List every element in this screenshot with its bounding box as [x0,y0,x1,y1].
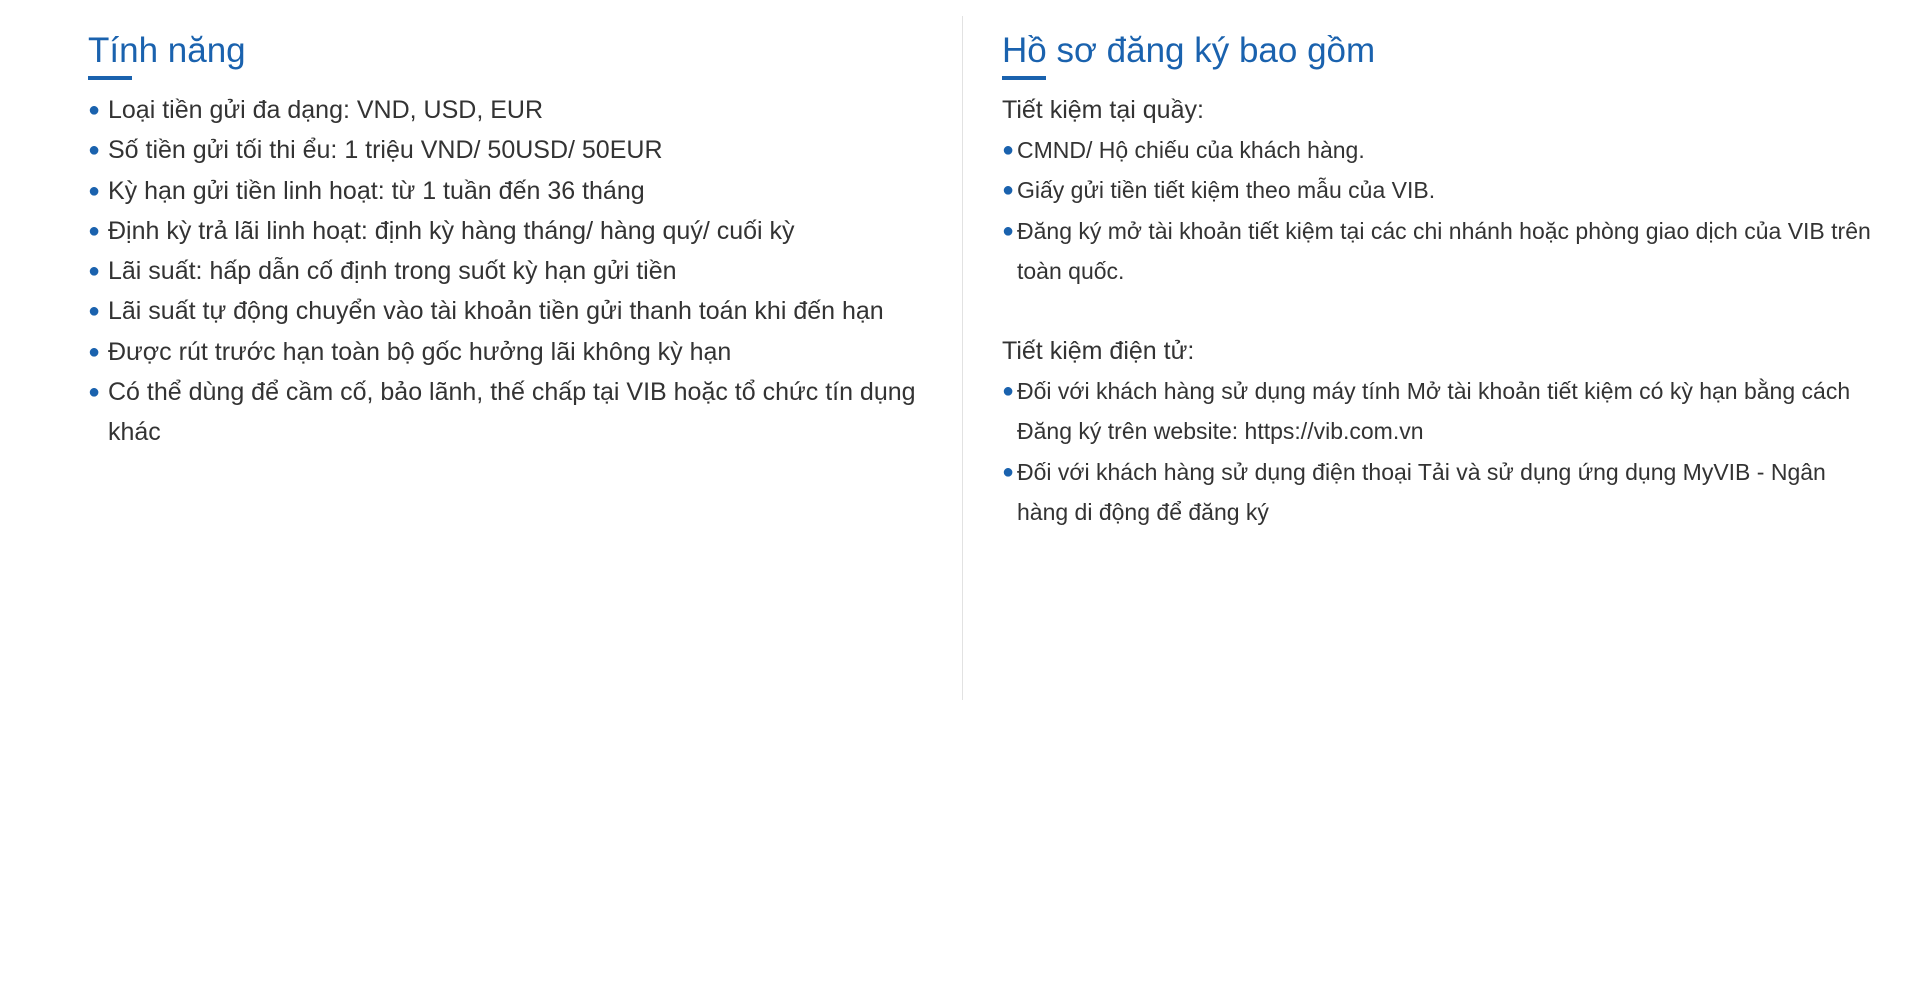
features-section: Tính năng ● Loại tiền gửi đa dạng: VND, U… [88,0,936,453]
feature-text: Có thể dùng để cầm cố, bảo lãnh, thế chấ… [108,378,916,447]
bullet-dot-icon: ● [88,99,101,121]
bullet-dot-icon: ● [1002,139,1015,161]
column-divider [962,16,963,700]
document-item: ● Đối với khách hàng sử dụng máy tính Mở … [1002,371,1882,452]
feature-text: Loại tiền gửi đa dạng: VND, USD, EUR [108,96,543,124]
document-item: ● Đăng ký mở tài khoản tiết kiệm tại các … [1002,211,1882,292]
bullet-dot-icon: ● [1002,179,1015,202]
feature-text: Lãi suất: hấp dẫn cố định trong suốt kỳ … [108,257,677,286]
features-title: Tính năng [88,31,246,70]
bullet-dot-icon: ● [88,260,101,283]
feature-item: ● Có thể dùng để cầm cố, bảo lãnh, thế ch… [88,372,936,453]
feature-item: ● Được rút trước hạn toàn bộ gốc hưởng lã… [88,332,936,372]
bullet-dot-icon: ● [88,139,101,162]
counter-savings-list: ● CMND/ Hộ chiếu của khách hàng. ● Giấy gử… [1002,130,1882,291]
bullet-dot-icon: ● [1002,460,1015,483]
document-item: ● CMND/ Hộ chiếu của khách hàng. [1002,130,1882,170]
feature-item: ● Định kỳ trả lãi linh hoạt: định kỳ hàng… [88,211,936,251]
online-savings-list: ● Đối với khách hàng sử dụng máy tính Mở … [1002,371,1882,532]
document-item: ● Đối với khách hàng sử dụng điện thoại T… [1002,452,1882,533]
document-text: CMND/ Hộ chiếu của khách hàng. [1017,137,1365,163]
features-list: ● Loại tiền gửi đa dạng: VND, USD, EUR ● S… [88,90,936,453]
features-title-underline [88,76,132,80]
document-text: Giấy gửi tiền tiết kiệm theo mẫu của VIB… [1017,177,1436,204]
document-text: Đăng ký mở tài khoản tiết kiệm tại các c… [1017,217,1871,284]
documents-section: Hồ sơ đăng ký bao gồm Tiết kiệm tại quầy… [1002,0,1882,532]
feature-text: Được rút trước hạn toàn bộ gốc hưởng lãi… [108,337,732,366]
feature-text: Định kỳ trả lãi linh hoạt: định kỳ hàng … [108,216,795,245]
document-item: ● Giấy gửi tiền tiết kiệm theo mẫu của VI… [1002,170,1882,210]
documents-title: Hồ sơ đăng ký bao gồm [1002,31,1376,70]
feature-text: Số tiền gửi tối thi ểu: 1 triệu VND/ 50U… [108,136,663,165]
bullet-dot-icon: ● [1002,380,1015,403]
feature-item: ● Loại tiền gửi đa dạng: VND, USD, EUR [88,90,936,130]
bullet-dot-icon: ● [88,300,101,323]
feature-item: ● Số tiền gửi tối thi ểu: 1 triệu VND/ 50… [88,130,936,170]
feature-item: ● Lãi suất tự động chuyển vào tài khoản t… [88,291,936,331]
document-text: Đối với khách hàng sử dụng điện thoại Tả… [1017,458,1826,526]
documents-title-underline [1002,76,1046,80]
bullet-dot-icon: ● [1002,219,1015,242]
feature-text: Kỳ hạn gửi tiền linh hoạt: từ 1 tuần đến… [108,176,645,205]
bullet-dot-icon: ● [88,179,101,202]
bullet-dot-icon: ● [88,219,101,242]
counter-savings-heading: Tiết kiệm tại quầy: [1002,96,1204,124]
page: Tính năng ● Loại tiền gửi đa dạng: VND, U… [0,0,1920,1000]
feature-text: Lãi suất tự động chuyển vào tài khoản ti… [108,297,884,326]
feature-item: ● Kỳ hạn gửi tiền linh hoạt: từ 1 tuần đế… [88,171,936,211]
online-savings-heading: Tiết kiệm điện tử: [1002,337,1195,366]
bullet-dot-icon: ● [88,381,101,404]
feature-item: ● Lãi suất: hấp dẫn cố định trong suốt kỳ… [88,251,936,291]
bullet-dot-icon: ● [88,340,101,363]
document-text: Đối với khách hàng sử dụng máy tính Mở t… [1017,378,1851,445]
